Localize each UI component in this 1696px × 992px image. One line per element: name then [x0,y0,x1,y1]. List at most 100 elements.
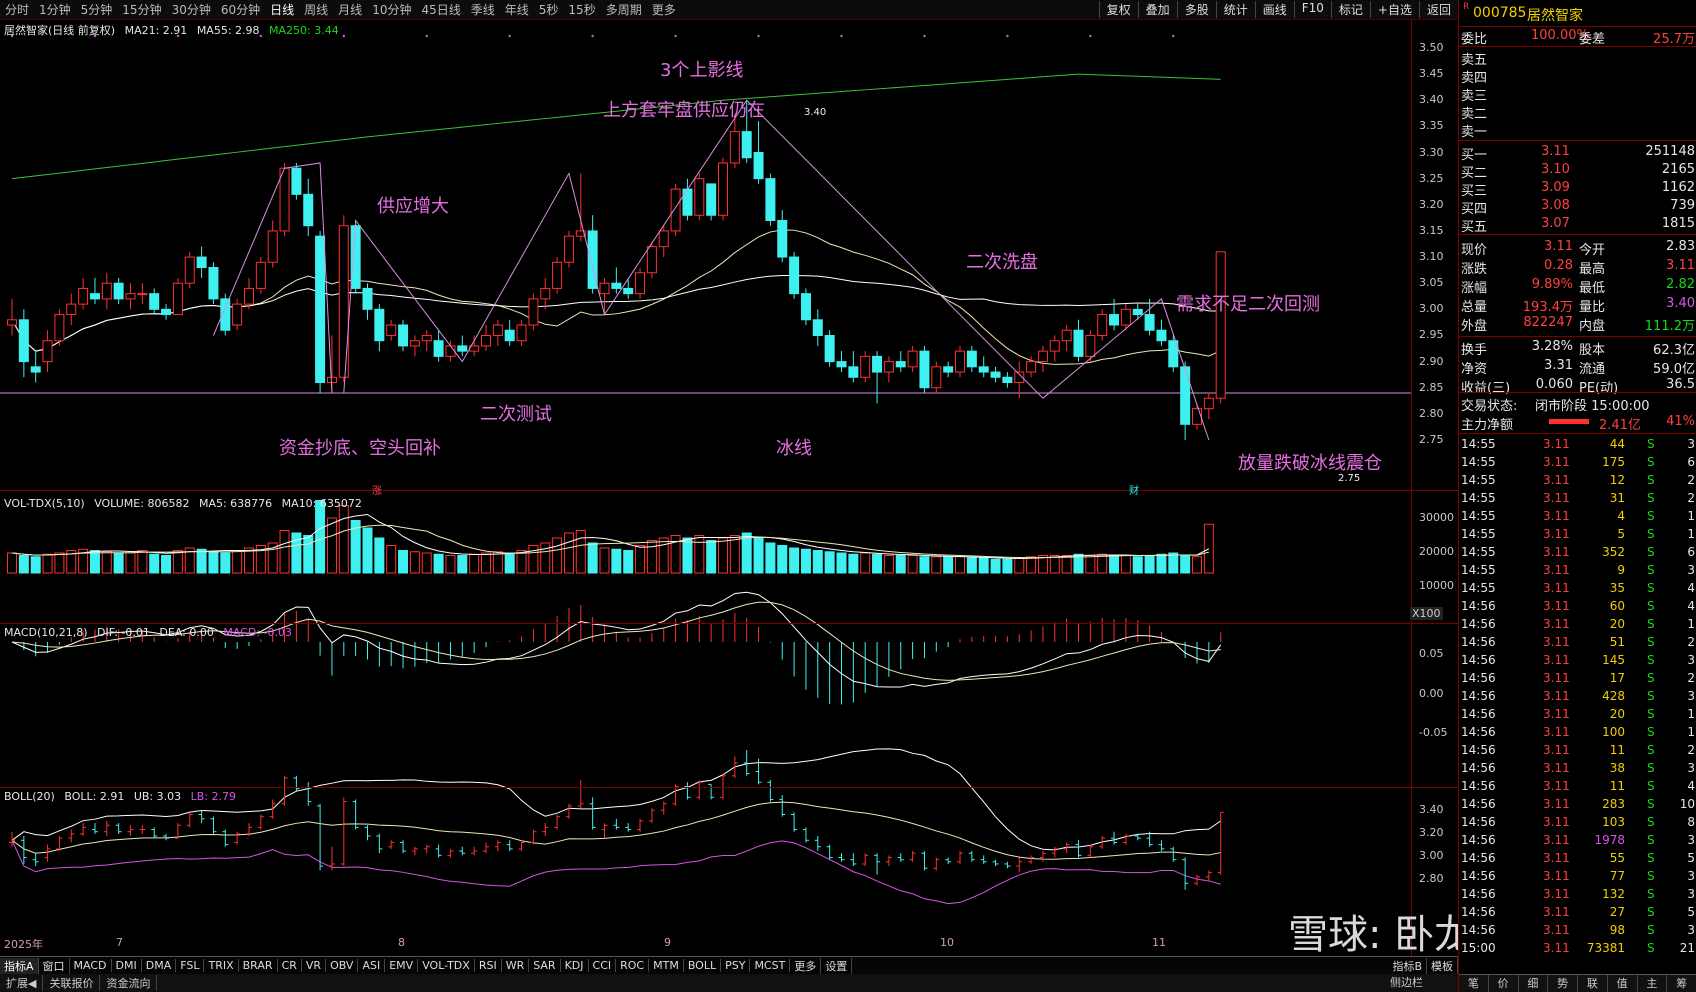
buy-level-row[interactable]: 买二 3.10 2165 [1459,161,1696,181]
tick-count: 2 [1687,671,1695,685]
quote-tab[interactable]: 价 [1489,975,1519,992]
buy-level-row[interactable]: 买三 3.09 1162 [1459,179,1696,199]
sell-level-row[interactable]: 卖二 [1459,102,1696,122]
indicator-tab[interactable]: ROC [616,959,650,972]
status-tab[interactable]: 资金流向 [100,975,158,991]
tick-side: S [1647,653,1655,667]
tick-count: 3 [1687,437,1695,451]
sell-level-row[interactable]: 卖一 [1459,120,1696,140]
quote-tab[interactable]: 细 [1519,975,1549,992]
chart-tool-button[interactable]: 复权 [1098,1,1138,18]
period-tab[interactable]: 1分钟 [34,1,76,18]
indicator-tab[interactable]: RSI [475,959,502,972]
period-tab[interactable]: 月线 [333,1,367,18]
chart-canvas[interactable] [0,20,1458,956]
finance-marker[interactable]: 财 [1129,482,1139,497]
chart-tool-button[interactable]: 统计 [1215,1,1255,18]
indicator-tab[interactable]: OBV [326,959,359,972]
indicator-tab[interactable]: BRAR [239,959,278,972]
indicator-tab[interactable]: MTM [649,959,684,972]
indicator-tab[interactable]: MCST [750,959,791,972]
x-tick-label: 8 [398,936,405,949]
indicator-tab[interactable]: FSL [176,959,205,972]
indicator-tab[interactable]: DMA [142,959,177,972]
stat-value: 111.2万 [1644,319,1695,334]
ma21-value: MA21: 2.91 [124,24,188,37]
indicator-tab[interactable]: SAR [529,959,561,972]
quote-tab[interactable]: 势 [1548,975,1578,992]
indicator-tab[interactable]: ASI [358,959,386,972]
volume-bar [765,542,776,574]
period-tab[interactable]: 15分钟 [117,1,166,18]
quote-tab[interactable]: 主 [1638,975,1668,992]
indicator-tab[interactable]: 指标A [0,957,39,974]
quote-tab[interactable]: 联 [1578,975,1608,992]
vol-indicator-name[interactable]: VOL-TDX(5,10) [4,497,85,510]
buy-level-row[interactable]: 买一 3.11 251148 [1459,143,1696,163]
quote-tab[interactable]: 笔 [1459,975,1489,992]
candle-down [800,293,811,321]
period-tab[interactable]: 周线 [299,1,333,18]
period-tab[interactable]: 5分钟 [76,1,118,18]
period-tab[interactable]: 60分钟 [216,1,265,18]
stat-value: 0.28 [1544,258,1573,273]
tick-side: S [1647,437,1655,451]
status-tab[interactable]: 扩展◀ [0,975,44,991]
indicator-tab[interactable]: CCI [589,959,617,972]
period-tab[interactable]: 10分钟 [367,1,416,18]
period-tab[interactable]: 分时 [0,1,34,18]
indicator-tab[interactable]: KDJ [561,959,589,972]
period-tab[interactable]: 日线 [265,1,299,18]
quote-tab[interactable]: 值 [1608,975,1638,992]
period-tab[interactable]: 更多 [647,1,681,18]
indicator-tab[interactable]: TRIX [204,959,239,972]
chart-tool-button[interactable]: 返回 [1418,1,1458,18]
indicator-tab[interactable]: DMI [112,959,142,972]
indicator-tab[interactable]: MACD [70,959,112,972]
candle-up [1037,350,1048,363]
period-tab[interactable]: 45日线 [416,1,465,18]
tick-time: 14:56 [1461,689,1496,703]
buy-level-volume: 739 [1670,198,1695,213]
tick-side: S [1647,491,1655,505]
indicator-tab[interactable]: 设置 [821,957,853,974]
volume-bar [1049,555,1060,574]
indicator-tab[interactable]: PSY [721,959,751,972]
sell-level-row[interactable]: 卖三 [1459,84,1696,104]
chart-tool-button[interactable]: 画线 [1254,1,1294,18]
status-tab[interactable]: 关联报价 [43,975,101,991]
period-tab[interactable]: 年线 [500,1,534,18]
period-tab[interactable]: 5秒 [534,1,564,18]
limit-up-marker[interactable]: 涨 [372,482,382,497]
chart-tool-button[interactable]: 多股 [1176,1,1216,18]
chart-tool-button[interactable]: 叠加 [1137,1,1177,18]
boll-legend: BOLL(20) BOLL: 2.91 UB: 3.03 LB: 2.79 [4,790,242,803]
indicator-tab[interactable]: BOLL [684,959,722,972]
buy-level-row[interactable]: 买四 3.08 739 [1459,197,1696,217]
sell-level-row[interactable]: 卖五 [1459,48,1696,68]
indicator-tab[interactable]: CR [278,959,302,972]
period-tab[interactable]: 季线 [466,1,500,18]
volume-bar [1026,556,1037,574]
indicator-tab[interactable]: 更多 [790,957,822,974]
indicator-tab[interactable]: WR [502,959,530,972]
indicator-tab[interactable]: EMV [385,959,419,972]
buy-level-row[interactable]: 买五 3.07 1815 [1459,215,1696,235]
chart-tool-button[interactable]: +自选 [1369,1,1419,18]
boll-indicator-name[interactable]: BOLL(20) [4,790,55,803]
macd-indicator-name[interactable]: MACD(10,21,8) [4,626,88,639]
period-tab[interactable]: 15秒 [563,1,600,18]
candle-up [540,287,551,300]
chart-tool-button[interactable]: F10 [1293,1,1331,18]
candle-up [1061,329,1072,342]
period-tab[interactable]: 多周期 [601,1,647,18]
period-tab[interactable]: 30分钟 [167,1,216,18]
chart-tool-button[interactable]: 标记 [1330,1,1370,18]
tick-count: 3 [1687,563,1695,577]
sell-level-row[interactable]: 卖四 [1459,66,1696,86]
indicator-tab[interactable]: VR [302,959,327,972]
indicator-tab[interactable]: 窗口 [39,957,70,974]
indicator-tab[interactable]: VOL-TDX [418,959,475,972]
sidebar-toggle[interactable]: 侧边栏 [1390,974,1423,990]
quote-tab[interactable]: 筹 [1667,975,1696,992]
